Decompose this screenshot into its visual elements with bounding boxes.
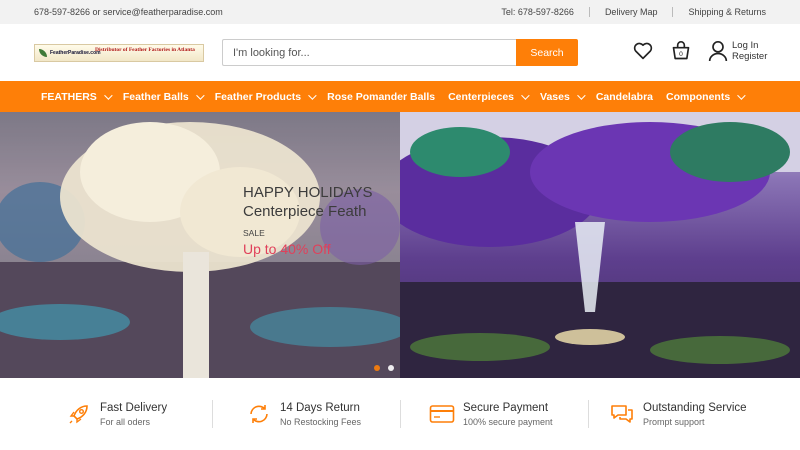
nav-label: Vases (540, 90, 570, 103)
nav-item-vases[interactable]: Vases (540, 90, 586, 103)
account-menu[interactable]: Log In Register (708, 40, 767, 62)
chevron-down-icon (103, 90, 113, 100)
login-link[interactable]: Log In (732, 40, 767, 51)
feature-outstanding-service: Outstanding Service Prompt support (589, 399, 747, 429)
feature-title: Secure Payment (463, 401, 549, 414)
chevron-down-icon (737, 90, 746, 100)
hero-image-purple-feathers (400, 112, 800, 378)
chevron-down-icon (576, 90, 586, 100)
nav-label: FEATHERS (41, 90, 97, 103)
nav-item-components[interactable]: Components (666, 90, 746, 103)
nav-item-feather-products[interactable]: Feather Products (214, 90, 317, 103)
nav-label: Components (666, 90, 731, 103)
chevron-down-icon (521, 90, 530, 100)
user-icon (708, 40, 728, 62)
card-icon (429, 401, 455, 427)
hero-title-line1: HAPPY HOLIDAYS (243, 184, 373, 201)
feather-logo-icon (39, 48, 47, 57)
slider-dot-2[interactable] (388, 365, 394, 371)
hero-slider[interactable]: HAPPY HOLIDAYS Centerpiece Feath SALE Up… (0, 112, 800, 378)
feature-secure-payment: Secure Payment 100% secure payment (401, 399, 588, 429)
logo-tagline: Distributor of Feather Factories in Atla… (95, 46, 195, 53)
nav-item-feathers[interactable]: FEATHERS (41, 90, 113, 103)
site-logo[interactable]: FeatherParadise.com Distributor of Feath… (34, 43, 204, 62)
feature-subtitle: No Restocking Fees (280, 416, 362, 427)
contact-info: 678-597-8266 or service@featherparadise.… (34, 7, 223, 17)
chevron-down-icon (195, 90, 205, 100)
hero-sale-label: SALE (243, 228, 265, 238)
feature-14-days-return: 14 Days Return No Restocking Fees (213, 399, 400, 429)
cart-icon: 0 (672, 41, 690, 60)
nav-item-feather-balls[interactable]: Feather Balls (122, 90, 205, 103)
rocket-icon (66, 401, 92, 427)
search-button[interactable]: Search (516, 39, 578, 66)
slider-dot-1[interactable] (374, 365, 380, 371)
nav-label: Feather Products (214, 90, 302, 103)
register-link[interactable]: Register (732, 51, 767, 62)
nav-item-rose-pomander-balls[interactable]: Rose Pomander Balls (327, 91, 435, 103)
nav-label: Candelabra (595, 90, 654, 103)
hero-caption: HAPPY HOLIDAYS Centerpiece Feath SALE Up… (243, 184, 373, 257)
main-nav: FEATHERS Feather Balls Feather Products … (0, 81, 800, 112)
chat-icon (609, 401, 635, 427)
chevron-down-icon (308, 90, 317, 100)
hero-title-line2: Centerpiece Feath (243, 203, 367, 220)
heart-icon (633, 42, 653, 60)
svg-text:0: 0 (679, 51, 683, 58)
nav-label: Feather Balls (122, 90, 189, 103)
feature-fast-delivery: Fast Delivery For all oders (66, 399, 212, 429)
search-input[interactable] (222, 39, 516, 66)
top-bar: 678-597-8266 or service@featherparadise.… (0, 0, 800, 24)
hero-offer: Up to 40% Off (243, 241, 331, 257)
feature-title: 14 Days Return (280, 401, 360, 414)
search-bar: Search (222, 39, 578, 66)
return-icon (246, 401, 272, 427)
shipping-returns-link[interactable]: Shipping & Returns (672, 7, 766, 17)
site-header: FeatherParadise.com Distributor of Feath… (0, 24, 800, 81)
feature-subtitle: Prompt support (643, 416, 705, 427)
nav-label: Centerpieces (448, 90, 515, 103)
feature-title: Outstanding Service (643, 401, 747, 414)
slider-dots (374, 365, 402, 371)
wishlist-button[interactable] (632, 38, 654, 64)
phone-link[interactable]: Tel: 678-597-8266 (501, 7, 589, 17)
features-strip: Fast Delivery For all oders 14 Days Retu… (0, 378, 800, 450)
nav-label: Rose Pomander Balls (327, 90, 436, 103)
feature-subtitle: For all oders (100, 416, 151, 427)
feature-title: Fast Delivery (100, 401, 168, 414)
feature-subtitle: 100% secure payment (463, 416, 553, 427)
purple-feather-centerpiece-image (400, 112, 800, 378)
logo-site-name: FeatherParadise.com (50, 49, 101, 56)
delivery-map-link[interactable]: Delivery Map (588, 7, 673, 17)
nav-item-candelabra[interactable]: Candelabra (596, 91, 653, 103)
nav-item-centerpieces[interactable]: Centerpieces (448, 90, 530, 103)
cart-button[interactable]: 0 (670, 38, 692, 64)
